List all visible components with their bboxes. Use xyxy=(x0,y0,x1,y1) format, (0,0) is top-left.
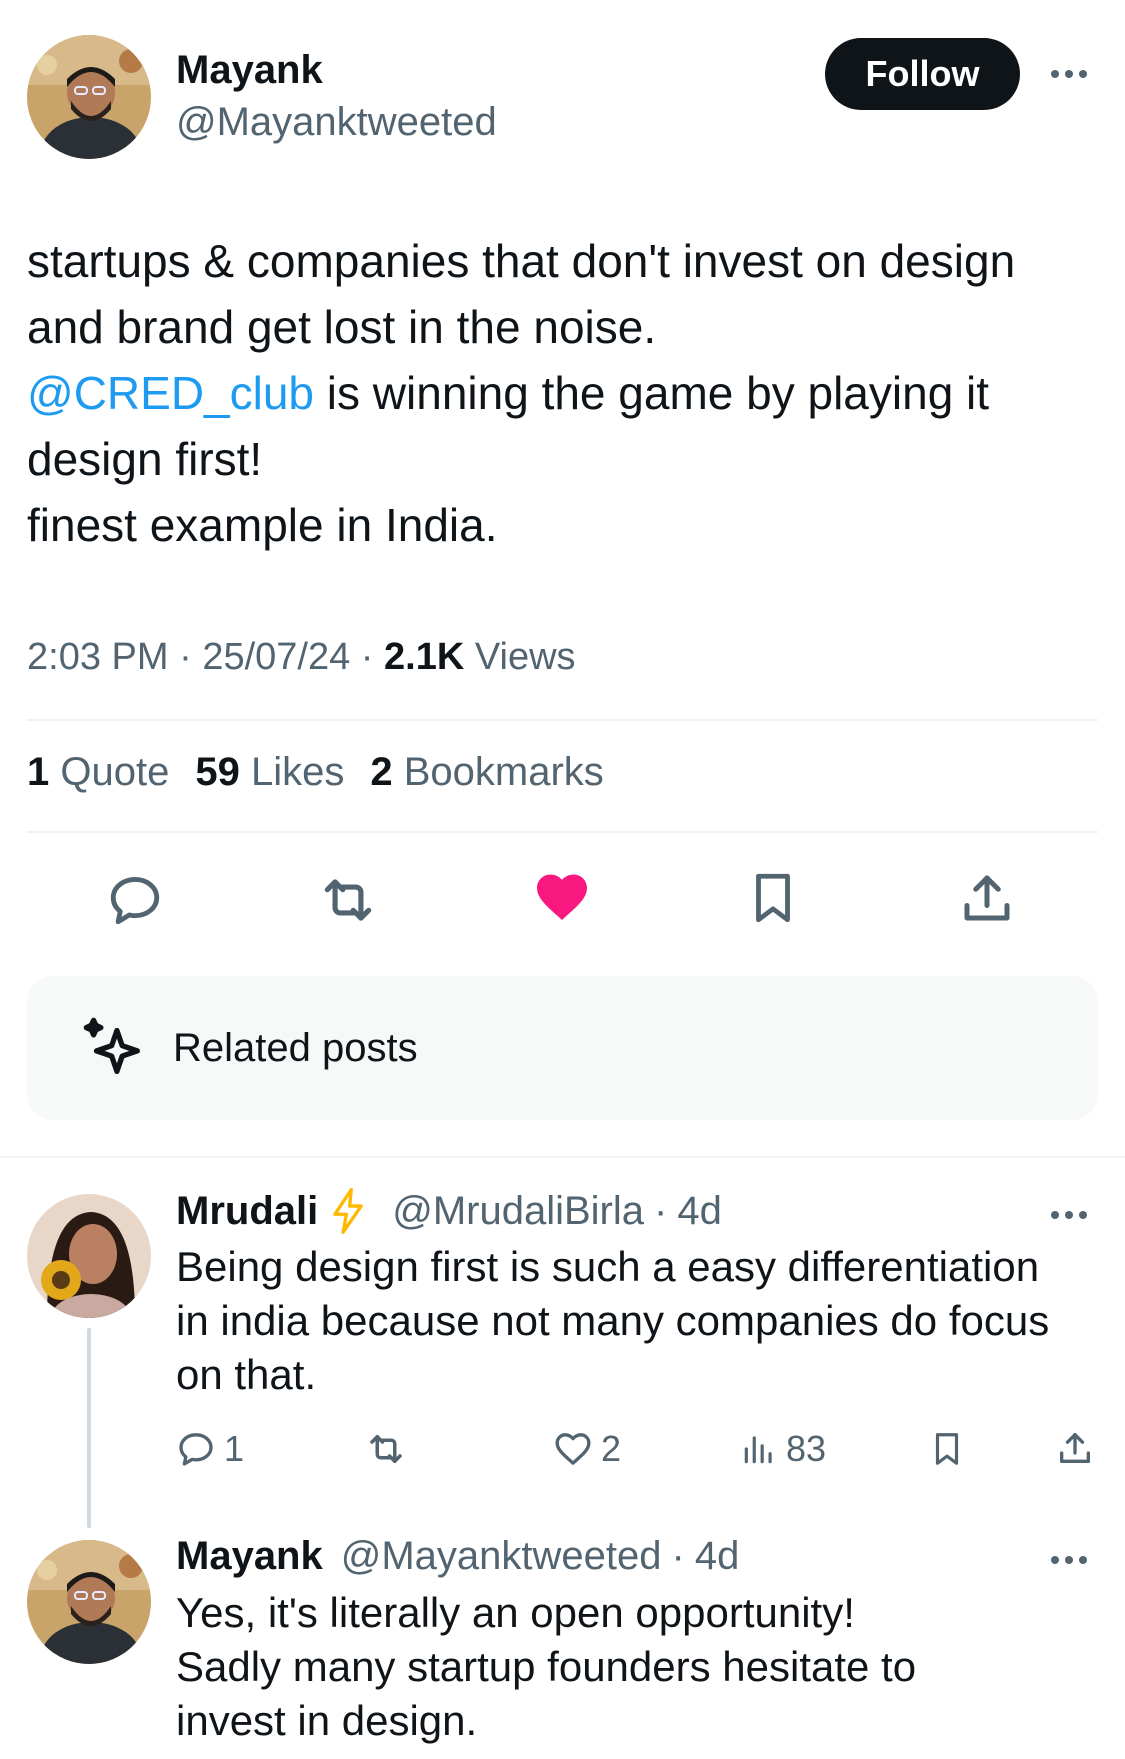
share-icon xyxy=(1060,1433,1090,1463)
bookmarks-label: Bookmarks xyxy=(403,750,604,794)
section-divider xyxy=(0,1156,1125,1158)
reply-icon xyxy=(110,877,160,925)
retweet-icon xyxy=(370,1435,402,1463)
more-options-icon[interactable] xyxy=(1051,1556,1087,1564)
author-avatar[interactable] xyxy=(27,35,151,159)
reply-avatar[interactable] xyxy=(27,1194,151,1318)
related-posts-label: Related posts xyxy=(173,1025,418,1070)
reply-author-handle[interactable]: @MrudaliBirla xyxy=(392,1189,644,1234)
author-handle[interactable]: @Mayanktweeted xyxy=(176,100,497,145)
reply-text-line: Being design first is such a easy differ… xyxy=(176,1243,1040,1290)
reply-icon xyxy=(179,1433,213,1466)
author-name[interactable]: Mayank xyxy=(176,48,323,93)
reply-author-name[interactable]: Mrudali xyxy=(176,1189,318,1234)
bookmark-button[interactable] xyxy=(738,863,808,933)
tweet-date[interactable]: 25/07/24 xyxy=(202,636,350,678)
reply-age[interactable]: 4d xyxy=(677,1189,722,1234)
quotes-label: Quote xyxy=(60,750,170,794)
avatar-image xyxy=(27,1540,151,1664)
reply-text: Being design first is such a easy differ… xyxy=(176,1240,1096,1402)
reply-count: 1 xyxy=(224,1428,245,1469)
quotes-stat[interactable]: 1 Quote xyxy=(27,750,169,795)
divider xyxy=(27,719,1098,721)
more-options-icon[interactable] xyxy=(1051,1211,1087,1219)
tweet-text-fragment: is winning the game by playing it xyxy=(314,367,990,419)
reply-like-button[interactable]: 2 xyxy=(553,1428,621,1470)
views-count: 83 xyxy=(786,1428,827,1469)
divider xyxy=(27,831,1098,833)
reply-reply-button[interactable]: 1 xyxy=(176,1428,244,1470)
quotes-count: 1 xyxy=(27,750,50,794)
reply-avatar[interactable] xyxy=(27,1540,151,1664)
reply-text-line: Yes, it's literally an open opportunity! xyxy=(176,1589,855,1636)
meta-separator: · xyxy=(360,636,374,678)
tweet-time[interactable]: 2:03 PM xyxy=(27,636,169,678)
meta-separator: · xyxy=(671,1534,685,1578)
reply-bookmark-button[interactable] xyxy=(928,1428,966,1470)
reply-age[interactable]: 4d xyxy=(695,1534,740,1579)
likes-count: 59 xyxy=(195,750,240,794)
avatar-image xyxy=(27,35,151,159)
tweet-text-line: startups & companies that don't invest o… xyxy=(27,235,1016,287)
reply-text-line: invest in design. xyxy=(176,1697,478,1744)
heart-outline-icon xyxy=(555,1433,591,1465)
like-button[interactable] xyxy=(527,862,597,932)
reply-author-name[interactable]: Mayank xyxy=(176,1534,323,1579)
reply-button[interactable] xyxy=(100,865,170,935)
reply-text-line: on that. xyxy=(176,1351,317,1398)
retweet-icon xyxy=(324,879,372,921)
reply-text: Yes, it's literally an open opportunity!… xyxy=(176,1586,1096,1748)
tweet-meta: 2:03 PM · 25/07/24 · 2.1K Views xyxy=(27,636,576,679)
sparkle-icon xyxy=(83,1017,140,1074)
analytics-icon xyxy=(744,1436,772,1464)
bookmarks-count: 2 xyxy=(370,750,393,794)
reply-author-handle[interactable]: @Mayanktweeted xyxy=(341,1534,662,1579)
related-posts-card[interactable]: Related posts xyxy=(27,976,1098,1120)
tweet-text-line: design first! xyxy=(27,433,263,485)
share-icon xyxy=(964,875,1010,921)
reply-share-button[interactable] xyxy=(1055,1428,1095,1468)
meta-separator: · xyxy=(179,636,192,678)
more-options-icon[interactable] xyxy=(1051,70,1087,78)
follow-button[interactable]: Follow xyxy=(825,38,1020,110)
reply-retweet-button[interactable] xyxy=(365,1428,407,1470)
views-label: Views xyxy=(474,636,576,678)
bookmark-icon xyxy=(935,1433,959,1465)
bookmarks-stat[interactable]: 2 Bookmarks xyxy=(370,750,603,795)
reply-text-line: in india because not many companies do f… xyxy=(176,1297,1050,1344)
avatar-image xyxy=(27,1194,151,1318)
tweet-text: startups & companies that don't invest o… xyxy=(27,228,1107,558)
mention-link[interactable]: @CRED_club xyxy=(27,367,314,419)
views-count: 2.1K xyxy=(384,636,465,678)
tweet-text-line: @CRED_club is winning the game by playin… xyxy=(27,360,1107,426)
like-count: 2 xyxy=(601,1428,622,1469)
thread-connector xyxy=(87,1328,91,1528)
engagement-stats: 1 Quote 59 Likes 2 Bookmarks xyxy=(27,750,604,795)
likes-label: Likes xyxy=(250,750,345,794)
retweet-button[interactable] xyxy=(313,865,383,935)
bookmark-icon xyxy=(756,873,790,923)
reply-header: Mayank @Mayanktweeted · 4d xyxy=(176,1534,739,1579)
tweet-text-line: finest example in India. xyxy=(27,499,498,551)
tweet-text-line: and brand get lost in the noise. xyxy=(27,301,657,353)
reply-views-button[interactable]: 83 xyxy=(740,1428,826,1470)
meta-separator: · xyxy=(654,1188,668,1233)
lightning-icon xyxy=(333,1188,364,1234)
reply-header: Mrudali @MrudaliBirla · 4d xyxy=(176,1188,722,1234)
reply-text-line: Sadly many startup founders hesitate to xyxy=(176,1643,917,1690)
likes-stat[interactable]: 59 Likes xyxy=(195,750,344,795)
heart-filled-icon xyxy=(537,874,587,920)
share-button[interactable] xyxy=(952,863,1022,933)
